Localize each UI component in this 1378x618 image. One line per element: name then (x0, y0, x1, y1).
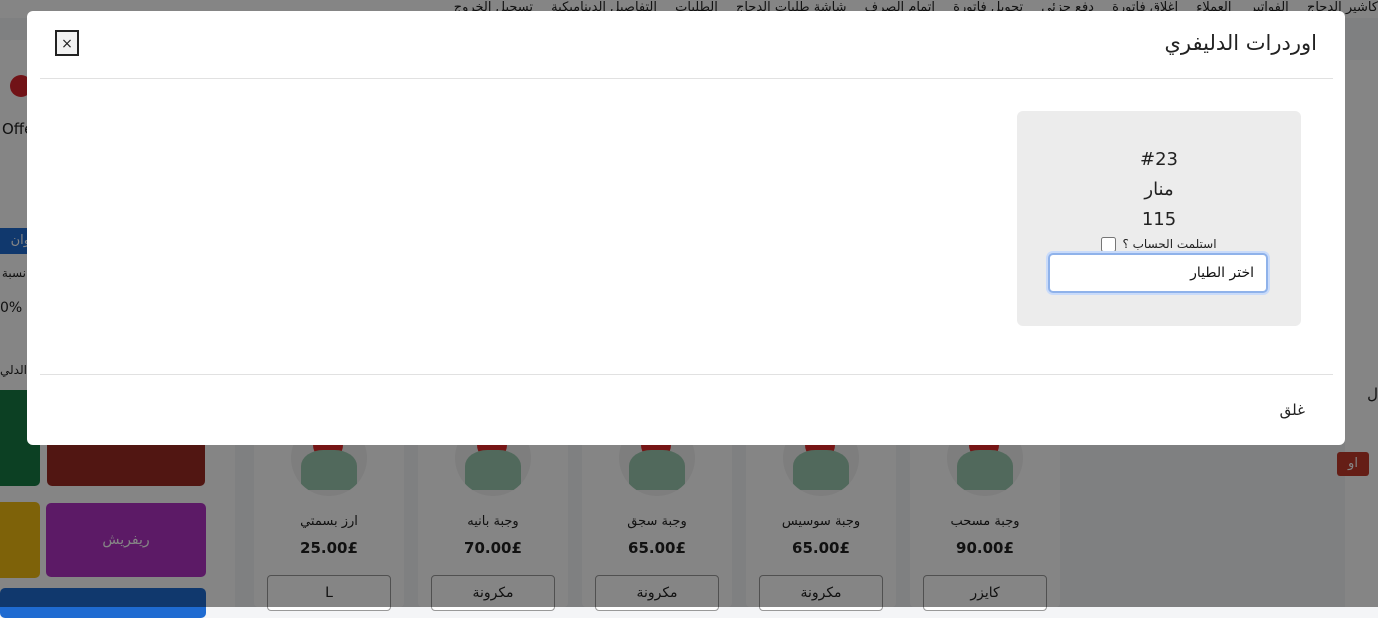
customer-name: منار (1144, 179, 1174, 200)
footer-divider (40, 374, 1333, 375)
header-divider (40, 78, 1333, 79)
received-payment-row: استلمت الحساب ؟ (1017, 235, 1301, 253)
driver-select[interactable]: اختر الطيار (1048, 253, 1268, 293)
received-payment-label: استلمت الحساب ؟ (1122, 237, 1217, 251)
delivery-orders-modal: اوردرات الدليفري × #23 منار 115 استلمت ا… (27, 11, 1345, 445)
order-card: #23 منار 115 استلمت الحساب ؟ اختر الطيار (1017, 111, 1301, 326)
close-button[interactable]: غلق (1280, 401, 1305, 419)
modal-title: اوردرات الدليفري (1164, 31, 1317, 55)
close-icon[interactable]: × (55, 30, 79, 56)
received-payment-checkbox[interactable] (1101, 236, 1117, 252)
order-amount: 115 (1141, 209, 1177, 230)
order-number: #23 (1140, 149, 1178, 170)
